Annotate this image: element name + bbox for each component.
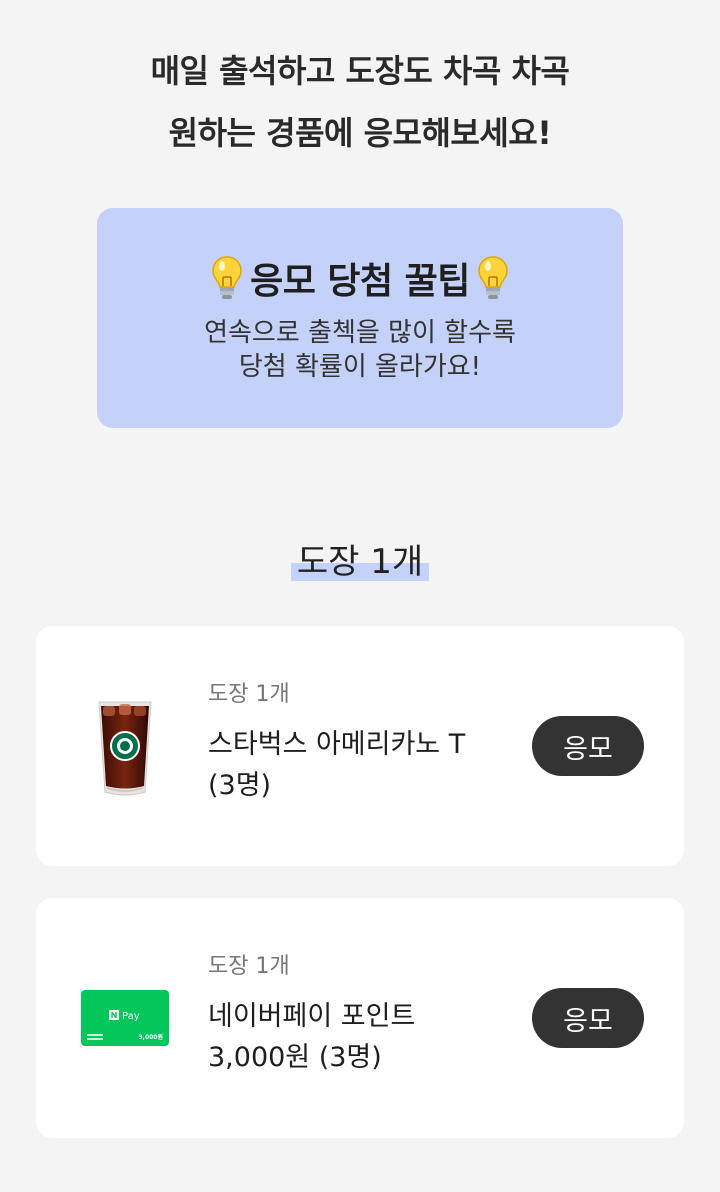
prize-name: 네이버페이 포인트 3,000원 (3명) xyxy=(208,996,508,1078)
tip-title-text: 응모 당첨 꿀팁 xyxy=(250,261,470,302)
prize-thumbnail xyxy=(80,686,170,806)
tip-title: 응모 당첨 꿀팁 xyxy=(97,252,623,304)
lightbulb-icon xyxy=(212,256,242,299)
prize-name-line-1: 스타벅스 아메리카노 T xyxy=(208,729,466,760)
prize-stamp-cost: 도장 1개 xyxy=(208,682,290,707)
page-headline: 매일 출석하고 도장도 차곡 차곡 원하는 경품에 응모해보세요! xyxy=(0,40,720,164)
prize-stamp-cost: 도장 1개 xyxy=(208,954,290,979)
headline-line-1: 매일 출석하고 도장도 차곡 차곡 xyxy=(150,52,570,90)
lightbulb-icon xyxy=(478,256,508,299)
naver-pay-card-label: Pay xyxy=(122,1011,140,1022)
tip-description: 연속으로 출첵을 많이 할수록 당첨 확률이 올라가요! xyxy=(97,316,623,384)
prize-name-line-2: 3,000원 (3명) xyxy=(208,1042,382,1073)
tip-desc-line-1: 연속으로 출첵을 많이 할수록 xyxy=(204,318,516,348)
prize-card: Pay 3,000원 도장 1개 네이버페이 포인트 3,000원 (3명) 응… xyxy=(36,898,684,1138)
tip-box: 응모 당첨 꿀팁 연속으로 출첵을 많이 할수록 당첨 확률이 올라가요! xyxy=(97,208,623,428)
prize-card: 도장 1개 스타벅스 아메리카노 T (3명) 응모 xyxy=(36,626,684,866)
naver-pay-card-icon: Pay 3,000원 xyxy=(81,990,169,1046)
prize-thumbnail: Pay 3,000원 xyxy=(80,958,170,1078)
prize-name-line-2: (3명) xyxy=(208,770,272,801)
headline-line-2: 원하는 경품에 응모해보세요! xyxy=(168,114,552,152)
prize-info: 도장 1개 스타벅스 아메리카노 T (3명) xyxy=(208,680,508,806)
prize-name: 스타벅스 아메리카노 T (3명) xyxy=(208,724,508,806)
page: 매일 출석하고 도장도 차곡 차곡 원하는 경품에 응모해보세요! 응모 당첨 … xyxy=(0,0,720,1192)
section-title: 도장 1개 xyxy=(290,534,430,583)
iced-americano-cup-icon xyxy=(98,701,152,796)
section-title-text: 도장 1개 xyxy=(296,542,424,582)
prize-name-line-1: 네이버페이 포인트 xyxy=(208,1001,416,1032)
section-header: 도장 1개 xyxy=(0,534,720,583)
tip-desc-line-2: 당첨 확률이 올라가요! xyxy=(238,352,482,382)
apply-button[interactable]: 응모 xyxy=(532,988,644,1048)
naver-pay-card-amount: 3,000원 xyxy=(139,1033,164,1041)
prize-info: 도장 1개 네이버페이 포인트 3,000원 (3명) xyxy=(208,952,508,1078)
apply-button[interactable]: 응모 xyxy=(532,716,644,776)
